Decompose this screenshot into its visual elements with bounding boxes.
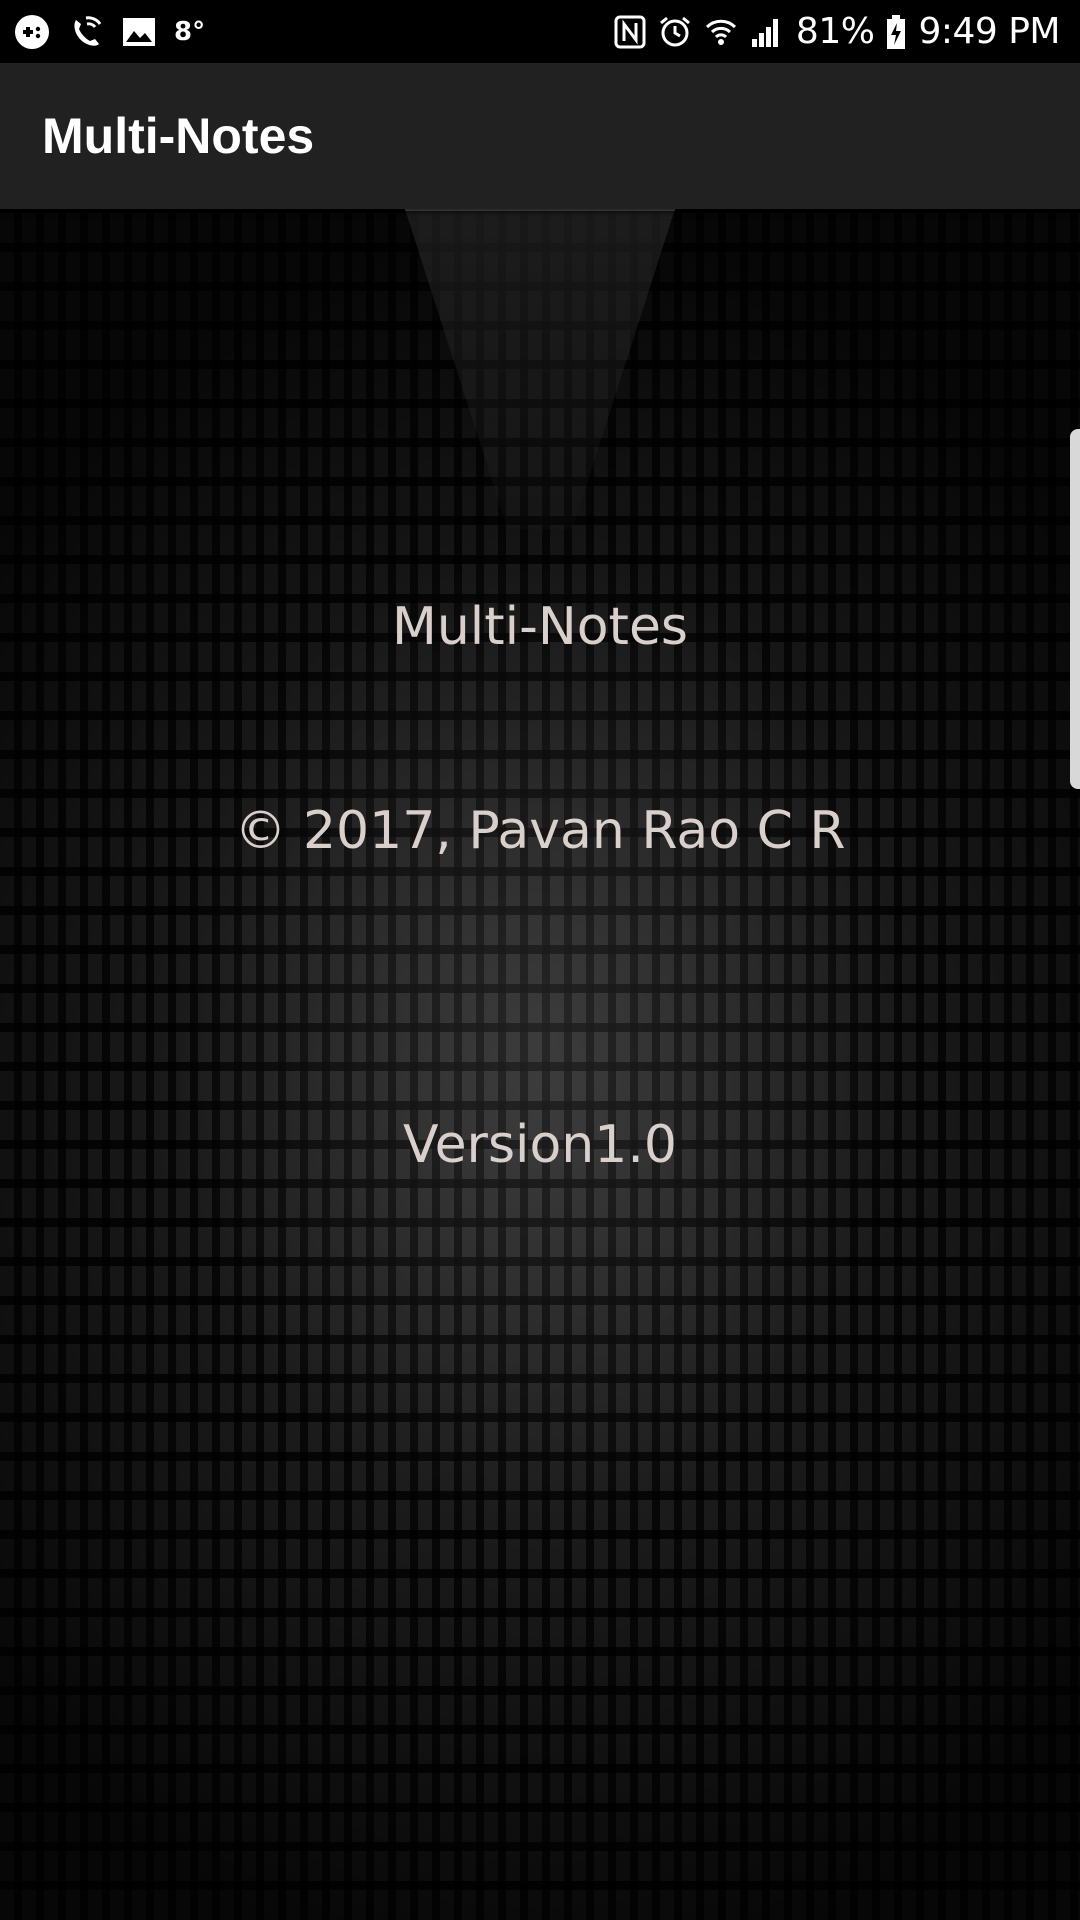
cell-signal-icon <box>750 15 784 49</box>
wifi-call-icon <box>68 14 104 50</box>
about-version: Version1.0 <box>403 1115 677 1175</box>
background-top-line <box>405 209 675 211</box>
temperature-label: 8° <box>174 16 206 47</box>
game-controller-icon <box>14 14 50 50</box>
about-screen: 8° 81% 9:49 PM Multi-Notes Multi-Notes ©… <box>0 0 1080 1920</box>
battery-percent: 81% <box>795 11 875 52</box>
app-bar: Multi-Notes <box>0 63 1080 209</box>
nfc-icon <box>614 15 646 49</box>
background-funnel-decoration <box>405 209 675 529</box>
image-icon <box>122 17 156 47</box>
status-bar-right: 81% 9:49 PM <box>614 0 1060 63</box>
wifi-icon <box>704 15 738 49</box>
clock-time: 9:49 PM <box>918 11 1060 52</box>
about-content: Multi-Notes © 2017, Pavan Rao C R Versio… <box>0 209 1080 1920</box>
about-copyright: © 2017, Pavan Rao C R <box>234 801 846 861</box>
status-bar-left: 8° <box>14 0 205 63</box>
battery-charging-icon <box>886 14 906 50</box>
status-bar: 8° 81% 9:49 PM <box>0 0 1080 63</box>
app-bar-title: Multi-Notes <box>42 108 315 164</box>
about-app-name: Multi-Notes <box>391 597 689 657</box>
alarm-icon <box>658 15 692 49</box>
